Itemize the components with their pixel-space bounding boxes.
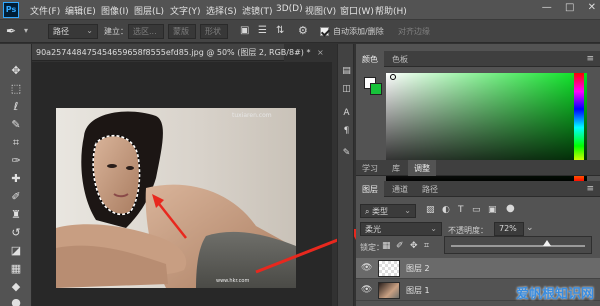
tab-paths[interactable]: 路径 [416, 181, 444, 197]
pixel-filter-icon[interactable]: ▨ [426, 205, 435, 215]
character-icon[interactable]: A [341, 108, 352, 119]
paragraph-icon[interactable]: ¶ [341, 126, 352, 137]
eye-icon[interactable]: 👁 [361, 263, 372, 273]
layer-name[interactable]: 图层 2 [406, 263, 430, 274]
panel-menu-icon[interactable]: ≡ [586, 184, 594, 194]
smart-object-filter-icon[interactable]: ▣ [488, 205, 497, 215]
lock-position-icon[interactable]: ✥ [410, 241, 418, 251]
opacity-slider-track[interactable] [451, 245, 585, 247]
color-picker-cursor[interactable] [390, 74, 396, 80]
search-icon: ⌕ [365, 207, 373, 216]
opacity-value: 72% [499, 224, 517, 233]
right-panels: 颜色 色板 ≡ 学习 库 调整 图层 通道 路径 ≡ ⌕ 类型 ⌄ ▨ ◐ T … [356, 44, 600, 306]
lock-image-icon[interactable]: ✐ [396, 241, 404, 251]
layer-name[interactable]: 图层 1 [406, 285, 430, 296]
chevron-down-icon: ⌄ [430, 224, 437, 233]
chevron-down-icon[interactable]: ⌄ [526, 223, 534, 233]
opacity-input[interactable]: 72% [494, 222, 524, 236]
background-color-swatch[interactable] [370, 83, 382, 95]
tab-libraries[interactable]: 库 [386, 160, 406, 176]
layer-thumbnail [378, 282, 400, 299]
opacity-slider-thumb[interactable] [543, 240, 552, 246]
history-icon[interactable]: ▤ [341, 66, 352, 77]
adjustment-filter-icon[interactable]: ◐ [442, 205, 450, 215]
tab-learn[interactable]: 学习 [356, 160, 384, 176]
lock-label: 锁定： [360, 243, 384, 252]
lock-transparent-icon[interactable]: ▦ [382, 241, 391, 251]
tab-color[interactable]: 颜色 [356, 51, 384, 67]
opacity-label: 不透明度： [448, 226, 488, 235]
tab-swatches[interactable]: 色板 [386, 51, 414, 67]
layers-panel-tabs: 图层 通道 路径 ≡ [356, 181, 600, 197]
opacity-slider-popup [444, 236, 592, 254]
site-watermark: 爱帆根知识网 [515, 287, 594, 302]
layer-row[interactable]: 👁 图层 2 [356, 258, 600, 279]
adjust-panel-tabs: 学习 库 调整 [356, 160, 600, 176]
tab-adjustments[interactable]: 调整 [408, 160, 436, 176]
blend-mode-select[interactable]: 柔光 ⌄ [360, 222, 442, 236]
panel-icon-strip: ▤ ◫ A ¶ ✎ [337, 44, 354, 306]
chevron-down-icon: ⌄ [404, 206, 411, 215]
shape-filter-icon[interactable]: ▭ [472, 205, 481, 215]
brush-settings-icon[interactable]: ✎ [341, 148, 352, 159]
filter-toggle-icon[interactable]: ● [506, 203, 515, 214]
layer-filter-select[interactable]: ⌕ 类型 ⌄ [360, 204, 416, 218]
tab-channels[interactable]: 通道 [386, 181, 414, 197]
blend-mode-value: 柔光 [365, 225, 381, 234]
layer-thumbnail [378, 260, 400, 277]
panel-menu-icon[interactable]: ≡ [586, 54, 594, 64]
type-filter-icon[interactable]: T [458, 205, 464, 215]
color-panel-tabs: 颜色 色板 ≡ [356, 51, 600, 67]
lock-artboard-icon[interactable]: ⌗ [424, 241, 429, 251]
properties-icon[interactable]: ◫ [341, 84, 352, 95]
eye-icon[interactable]: 👁 [361, 285, 372, 295]
tab-layers[interactable]: 图层 [356, 181, 384, 197]
